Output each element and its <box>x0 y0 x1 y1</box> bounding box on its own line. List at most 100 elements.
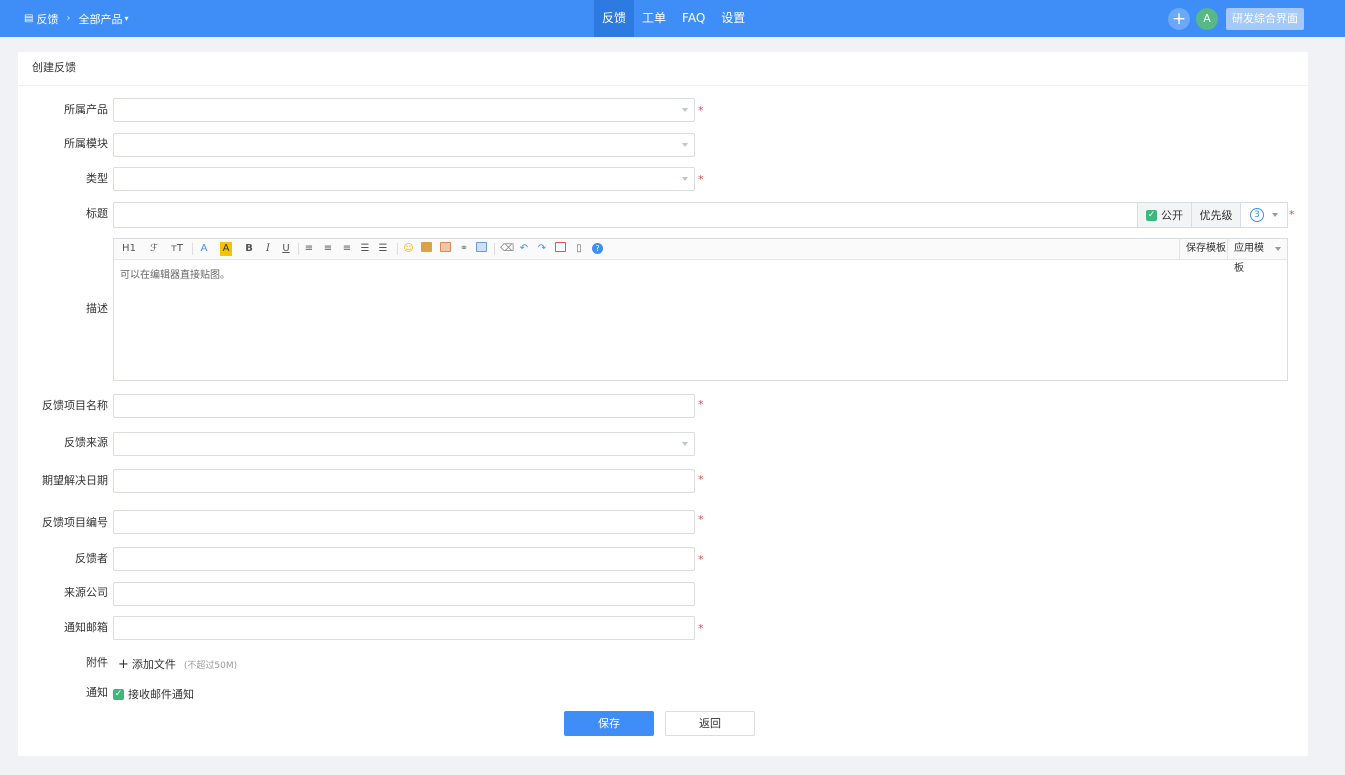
rich-text-editor[interactable]: H1 ℱ ᴛT A A B I U ≡ ≡ ≡ ☰ ☰ ☺ ⚭ ⌫ ↶ ↷ ▯ … <box>113 238 1288 381</box>
public-toggle[interactable]: ✓ 公开 <box>1137 202 1192 228</box>
select-arrow-icon <box>682 442 688 446</box>
align-right-icon[interactable]: ≡ <box>342 242 352 256</box>
align-left-icon[interactable]: ≡ <box>304 242 314 256</box>
save-button[interactable]: 保存 <box>564 711 654 736</box>
project-no-label: 反馈项目编号 <box>42 516 108 529</box>
checkbox-checked-icon: ✓ <box>113 688 124 700</box>
email-notify-label: 接收邮件通知 <box>128 688 194 701</box>
expected-date-input[interactable] <box>113 469 695 493</box>
page-title: 创建反馈 <box>18 52 1308 86</box>
create-feedback-card: 创建反馈 所属产品 * 所属模块 类型 * 标题 ✓ 公开 优先级 3 * 描述… <box>18 52 1308 756</box>
align-center-icon[interactable]: ≡ <box>323 242 333 256</box>
add-icon[interactable]: + <box>1168 7 1190 30</box>
type-label: 类型 <box>86 172 108 185</box>
help-icon[interactable]: ? <box>592 243 603 254</box>
select-arrow-icon <box>682 108 688 112</box>
email-input[interactable] <box>113 616 695 640</box>
back-button[interactable]: 返回 <box>665 711 755 736</box>
product-switcher[interactable]: 全部产品 <box>78 11 122 27</box>
description-label: 描述 <box>86 302 108 315</box>
undo-icon[interactable]: ↶ <box>519 242 529 256</box>
font-color-button[interactable]: A <box>199 242 209 256</box>
avatar[interactable]: A <box>1196 7 1218 30</box>
source-select[interactable] <box>113 432 695 456</box>
breadcrumb: ▤ 反馈 › 全部产品 ▾ <box>24 0 128 37</box>
required-mark: * <box>698 398 704 411</box>
chevron-right-icon: › <box>66 13 71 24</box>
required-mark: * <box>1289 208 1295 221</box>
bold-button[interactable]: B <box>244 242 254 256</box>
type-select[interactable] <box>113 167 695 191</box>
main-nav: 反馈 工单 FAQ 设置 <box>594 0 753 37</box>
company-label: 来源公司 <box>64 586 108 599</box>
product-label: 所属产品 <box>64 103 108 116</box>
nav-settings[interactable]: 设置 <box>713 0 753 37</box>
link-icon[interactable]: ⚭ <box>458 242 470 256</box>
select-arrow-icon <box>682 143 688 147</box>
eraser-icon[interactable]: ⌫ <box>500 242 514 256</box>
italic-button[interactable]: I <box>263 242 273 256</box>
project-no-input[interactable] <box>113 510 695 534</box>
required-mark: * <box>698 622 704 635</box>
project-name-label: 反馈项目名称 <box>42 399 108 412</box>
nav-tickets[interactable]: 工单 <box>634 0 674 37</box>
company-input[interactable] <box>113 582 695 606</box>
apply-template-button[interactable]: 应用模板 <box>1227 239 1287 274</box>
editor-toolbar: H1 ℱ ᴛT A A B I U ≡ ≡ ≡ ☰ ☰ ☺ ⚭ ⌫ ↶ ↷ ▯ … <box>114 239 1287 274</box>
font-family-button[interactable]: ℱ <box>147 242 161 256</box>
attachment-label: 附件 <box>86 656 108 669</box>
fullscreen-icon[interactable] <box>555 242 566 256</box>
source-code-icon[interactable]: ▯ <box>574 242 584 256</box>
reporter-label: 反馈者 <box>75 552 108 565</box>
heading-button[interactable]: H1 <box>120 242 138 256</box>
priority-select[interactable]: 3 <box>1240 202 1288 228</box>
nav-feedback[interactable]: 反馈 <box>594 0 635 37</box>
add-file-label: 添加文件 <box>131 658 176 671</box>
module-label: 所属模块 <box>64 137 108 150</box>
expected-date-label: 期望解决日期 <box>42 474 108 487</box>
chevron-down-icon[interactable]: ▾ <box>124 14 128 23</box>
required-mark: * <box>698 104 704 117</box>
project-name-input[interactable] <box>113 394 695 418</box>
required-mark: * <box>698 513 704 526</box>
workspace-button[interactable]: 研发综合界面 <box>1226 7 1304 30</box>
underline-button[interactable]: U <box>281 242 291 256</box>
source-label: 反馈来源 <box>64 436 108 449</box>
table-icon[interactable] <box>476 242 487 256</box>
image-icon[interactable] <box>421 242 432 256</box>
checkbox-checked-icon: ✓ <box>1146 209 1157 221</box>
font-size-button[interactable]: ᴛT <box>169 242 185 256</box>
add-file-button[interactable]: + 添加文件 (不超过50M) <box>118 656 237 672</box>
nav-faq[interactable]: FAQ <box>674 0 713 37</box>
file-size-hint: (不超过50M) <box>183 661 238 671</box>
select-arrow-icon <box>682 177 688 181</box>
reporter-input[interactable] <box>113 547 695 571</box>
product-select[interactable] <box>113 98 695 122</box>
public-label: 公开 <box>1161 209 1183 222</box>
email-label: 通知邮箱 <box>64 621 108 634</box>
priority-label: 优先级 <box>1191 202 1241 228</box>
required-mark: * <box>698 173 704 186</box>
ordered-list-icon[interactable]: ☰ <box>360 242 370 256</box>
required-mark: * <box>698 473 704 486</box>
module-select[interactable] <box>113 133 695 157</box>
notify-label: 通知 <box>86 686 108 699</box>
feedback-app-icon: ▤ <box>24 13 34 24</box>
emoji-icon[interactable]: ☺ <box>403 242 414 256</box>
save-template-button[interactable]: 保存模板 <box>1179 239 1232 259</box>
plus-icon: + <box>118 657 129 672</box>
highlight-button[interactable]: A <box>220 242 232 256</box>
chevron-down-icon <box>1275 247 1281 251</box>
breadcrumb-app[interactable]: 反馈 <box>36 11 58 27</box>
chevron-down-icon <box>1272 213 1278 217</box>
video-icon[interactable] <box>440 242 451 256</box>
editor-placeholder: 可以在编辑器直接贴图。 <box>120 270 230 281</box>
title-label: 标题 <box>86 207 108 220</box>
required-mark: * <box>698 553 704 566</box>
priority-value: 3 <box>1250 208 1264 222</box>
redo-icon[interactable]: ↷ <box>537 242 547 256</box>
unordered-list-icon[interactable]: ☰ <box>378 242 388 256</box>
email-notify-checkbox[interactable]: ✓ 接收邮件通知 <box>113 686 194 702</box>
top-navbar: ▤ 反馈 › 全部产品 ▾ 反馈 工单 FAQ 设置 + A 研发综合界面 <box>0 0 1345 37</box>
title-input[interactable] <box>113 202 1138 228</box>
